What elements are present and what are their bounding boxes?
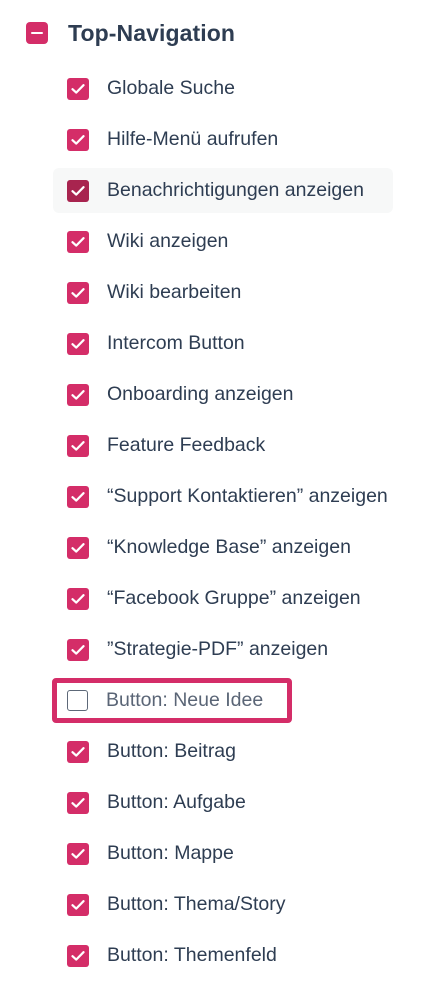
item-label: Button: Neue Idee — [106, 689, 264, 711]
checkbox-checked-icon[interactable] — [67, 77, 89, 100]
item-label: Feature Feedback — [107, 434, 266, 456]
list-item[interactable]: Globale Suche — [53, 66, 235, 111]
item-label: Onboarding anzeigen — [107, 383, 294, 405]
list-item[interactable]: Wiki anzeigen — [53, 219, 228, 264]
list-item[interactable]: Button: Aufgabe — [53, 780, 246, 825]
checkbox-checked-icon[interactable] — [67, 281, 89, 304]
checkbox-checked-icon[interactable] — [67, 740, 89, 763]
checkbox-checked-icon[interactable] — [67, 383, 89, 406]
item-label: “Knowledge Base” anzeigen — [107, 536, 351, 558]
checkbox-checked-icon[interactable] — [67, 842, 89, 865]
list-item[interactable]: Button: Themenfeld — [53, 933, 277, 978]
list-item[interactable]: “Knowledge Base” anzeigen — [53, 525, 351, 570]
list-item[interactable]: Button: Thema/Story — [53, 882, 285, 927]
item-label: Hilfe-Menü aufrufen — [107, 128, 279, 150]
item-label: Globale Suche — [107, 77, 235, 99]
list-item[interactable]: Onboarding anzeigen — [53, 372, 293, 417]
checkbox-unchecked-icon[interactable] — [67, 690, 88, 711]
checkbox-checked-icon[interactable] — [67, 434, 89, 457]
checkbox-checked-icon[interactable] — [67, 536, 89, 559]
checkbox-checked-icon[interactable] — [67, 179, 89, 202]
item-label: Wiki anzeigen — [107, 230, 229, 252]
list-item[interactable]: “Facebook Gruppe” anzeigen — [53, 576, 361, 621]
list-item[interactable]: Button: Mappe — [53, 831, 234, 876]
checkbox-checked-icon[interactable] — [67, 128, 89, 151]
item-label: Button: Aufgabe — [107, 791, 246, 813]
checkbox-checked-icon[interactable] — [67, 230, 89, 253]
checkbox-checked-icon[interactable] — [67, 893, 89, 916]
item-label: Wiki bearbeiten — [107, 281, 242, 303]
checkbox-checked-icon[interactable] — [67, 944, 89, 967]
item-label: Benachrichtigungen anzeigen — [107, 179, 364, 201]
item-label: Intercom Button — [107, 332, 245, 354]
item-label: Button: Themenfeld — [107, 944, 277, 966]
list-item[interactable]: Intercom Button — [53, 321, 245, 366]
group-title: Top-Navigation — [68, 19, 236, 46]
item-label: Button: Beitrag — [107, 740, 236, 762]
list-item[interactable]: Button: Beitrag — [53, 729, 236, 774]
minus-square-icon[interactable] — [26, 22, 48, 44]
item-label: “Support Kontaktieren” anzeigen — [107, 485, 388, 507]
list-item[interactable]: ”Strategie-PDF” anzeigen — [53, 627, 328, 672]
list-item[interactable]: Wiki bearbeiten — [53, 270, 241, 315]
checkbox-checked-icon[interactable] — [67, 638, 89, 661]
list-item[interactable]: Feature Feedback — [53, 423, 265, 468]
checkbox-checked-icon[interactable] — [67, 587, 89, 610]
top-navigation-group-header[interactable]: Top-Navigation — [26, 17, 235, 49]
checkbox-checked-icon[interactable] — [67, 791, 89, 814]
list-item[interactable]: Benachrichtigungen anzeigen — [53, 168, 393, 213]
item-label: Button: Thema/Story — [107, 893, 286, 915]
list-item[interactable]: Hilfe-Menü aufrufen — [53, 117, 278, 162]
item-label: Button: Mappe — [107, 842, 234, 864]
item-label: ”Strategie-PDF” anzeigen — [107, 638, 329, 660]
list-item[interactable]: Button: Neue Idee — [52, 678, 292, 723]
checkbox-checked-icon[interactable] — [67, 485, 89, 508]
item-label: “Facebook Gruppe” anzeigen — [107, 587, 361, 609]
list-item[interactable]: “Support Kontaktieren” anzeigen — [53, 474, 388, 519]
checkbox-checked-icon[interactable] — [67, 332, 89, 355]
